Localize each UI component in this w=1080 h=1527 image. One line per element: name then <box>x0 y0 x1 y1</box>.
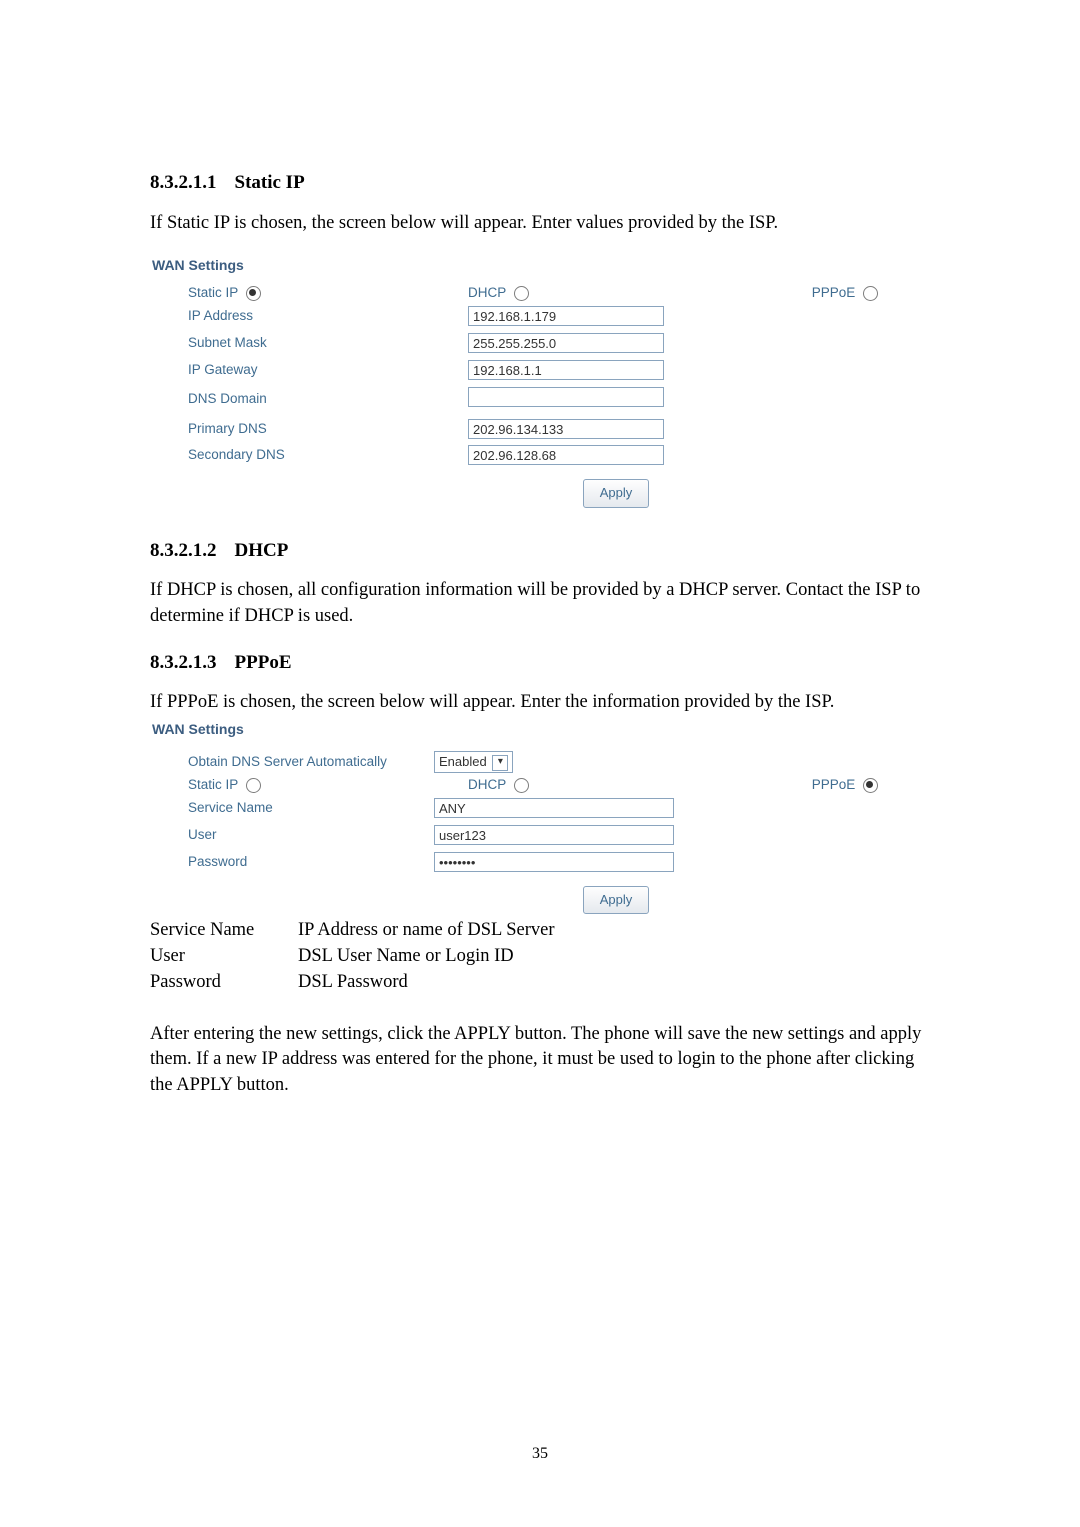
heading-number: 8.3.2.1.2 <box>150 540 217 561</box>
form-title: WAN Settings <box>152 256 930 276</box>
heading-title: Static IP <box>235 172 305 193</box>
obtain-dns-value: Enabled <box>439 754 487 769</box>
password-input[interactable]: •••••••• <box>434 852 674 872</box>
def-user-key: User <box>150 944 298 970</box>
heading-static-ip: 8.3.2.1.1 Static IP <box>150 170 930 197</box>
heading-title: PPPoE <box>235 652 292 673</box>
heading-number: 8.3.2.1.3 <box>150 652 217 673</box>
ip-gateway-input[interactable]: 192.168.1.1 <box>468 360 664 380</box>
secondary-dns-label: Secondary DNS <box>188 446 468 465</box>
radio-dhcp[interactable] <box>514 778 529 793</box>
dns-domain-label: DNS Domain <box>188 390 468 409</box>
radio-static-ip-label: Static IP <box>188 777 238 792</box>
subnet-mask-label: Subnet Mask <box>188 334 468 353</box>
static-ip-intro: If Static IP is chosen, the screen below… <box>150 211 930 237</box>
closing-paragraph: After entering the new settings, click t… <box>150 1022 930 1100</box>
radio-dhcp-label: DHCP <box>468 285 506 300</box>
radio-pppoe[interactable] <box>863 286 878 301</box>
def-service-name-key: Service Name <box>150 918 298 944</box>
pppoe-definitions: Service Name IP Address or name of DSL S… <box>150 918 930 996</box>
radio-static-ip[interactable] <box>246 778 261 793</box>
obtain-dns-label: Obtain DNS Server Automatically <box>188 753 434 772</box>
radio-dhcp[interactable] <box>514 286 529 301</box>
service-name-input[interactable]: ANY <box>434 798 674 818</box>
radio-dhcp-label: DHCP <box>468 777 506 792</box>
pppoe-intro: If PPPoE is chosen, the screen below wil… <box>150 690 930 716</box>
user-input[interactable]: user123 <box>434 825 674 845</box>
apply-button[interactable]: Apply <box>583 886 650 914</box>
def-password-val: DSL Password <box>298 970 930 996</box>
def-password-key: Password <box>150 970 298 996</box>
dhcp-body: If DHCP is chosen, all configuration inf… <box>150 578 930 630</box>
def-service-name-val: IP Address or name of DSL Server <box>298 918 930 944</box>
radio-static-ip-label: Static IP <box>188 285 238 300</box>
secondary-dns-input[interactable]: 202.96.128.68 <box>468 445 664 465</box>
dns-domain-input[interactable] <box>468 387 664 407</box>
heading-title: DHCP <box>235 540 289 561</box>
heading-pppoe: 8.3.2.1.3 PPPoE <box>150 650 930 677</box>
primary-dns-input[interactable]: 202.96.134.133 <box>468 419 664 439</box>
ip-gateway-label: IP Gateway <box>188 361 468 380</box>
radio-static-ip[interactable] <box>246 286 261 301</box>
ip-address-label: IP Address <box>188 307 468 326</box>
heading-number: 8.3.2.1.1 <box>150 172 217 193</box>
def-user-val: DSL User Name or Login ID <box>298 944 930 970</box>
user-label: User <box>188 826 434 845</box>
ip-address-input[interactable]: 192.168.1.179 <box>468 306 664 326</box>
radio-pppoe-label: PPPoE <box>812 285 856 300</box>
heading-dhcp: 8.3.2.1.2 DHCP <box>150 538 930 565</box>
obtain-dns-select[interactable]: Enabled ▾ <box>434 751 513 773</box>
wan-settings-static-form: WAN Settings Static IP DHCP PPPoE IP Add… <box>150 256 930 507</box>
form-title: WAN Settings <box>152 720 930 740</box>
wan-settings-pppoe-form: WAN Settings Obtain DNS Server Automatic… <box>150 720 930 914</box>
radio-pppoe[interactable] <box>863 778 878 793</box>
password-label: Password <box>188 853 434 872</box>
service-name-label: Service Name <box>188 799 434 818</box>
radio-pppoe-label: PPPoE <box>812 777 856 792</box>
page-number: 35 <box>0 1443 1080 1465</box>
subnet-mask-input[interactable]: 255.255.255.0 <box>468 333 664 353</box>
chevron-down-icon: ▾ <box>492 755 508 771</box>
apply-button[interactable]: Apply <box>583 479 650 507</box>
primary-dns-label: Primary DNS <box>188 420 468 439</box>
